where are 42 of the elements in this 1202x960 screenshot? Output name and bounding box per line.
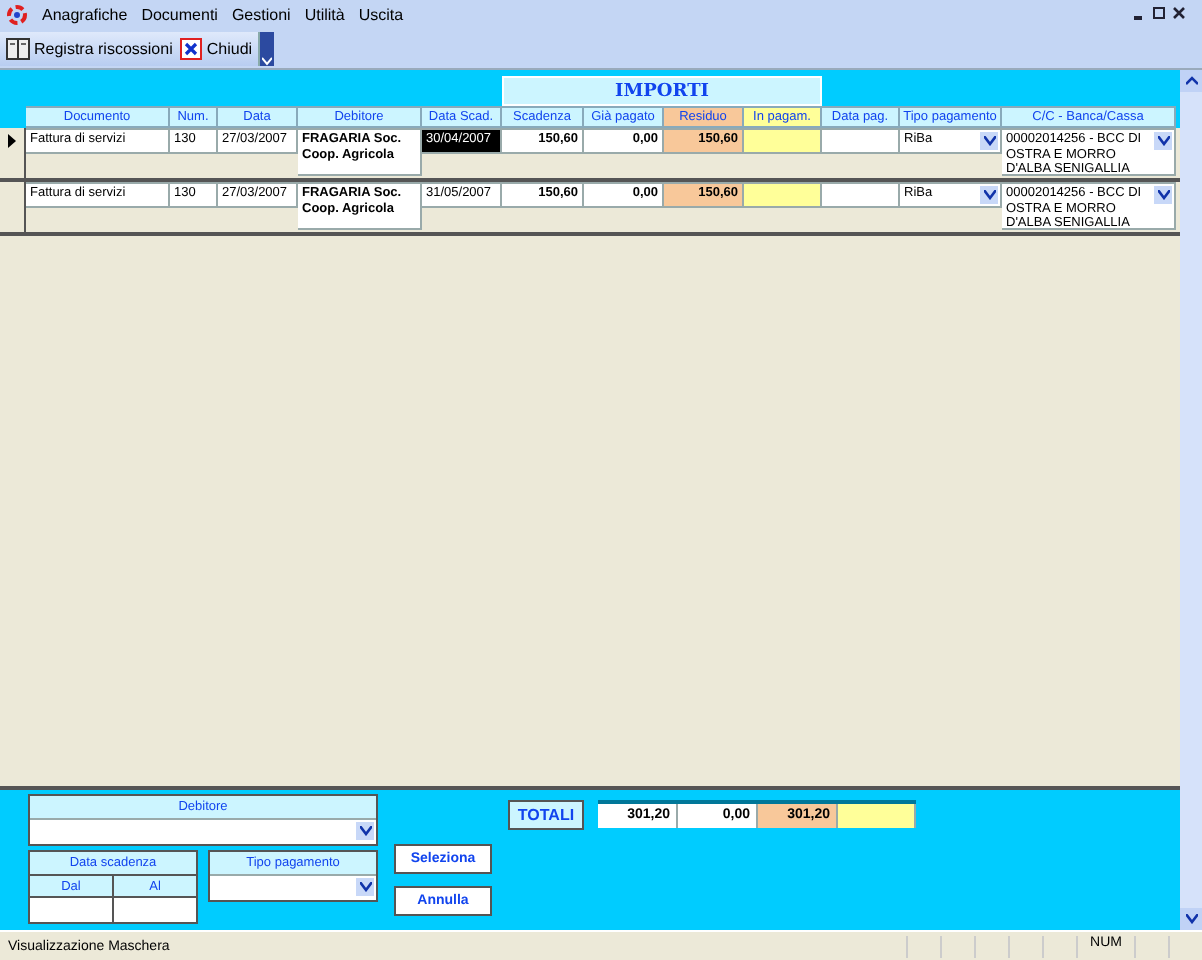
dropdown-button[interactable]	[1154, 186, 1172, 204]
close-icon	[180, 38, 203, 60]
input-field[interactable]	[114, 896, 196, 922]
vertical-scrollbar[interactable]	[1180, 70, 1202, 930]
toolbar-overflow-button[interactable]	[260, 32, 275, 66]
dropdown-field[interactable]	[30, 818, 376, 844]
caret-icon	[1157, 190, 1169, 200]
dropdown-button[interactable]	[356, 878, 374, 896]
dropdown-button[interactable]	[980, 186, 998, 204]
caret-icon	[359, 826, 371, 836]
window-controls-icon[interactable]	[1134, 6, 1186, 24]
caret-icon	[1185, 914, 1197, 924]
input-field[interactable]	[822, 128, 900, 154]
app-logo-icon	[6, 4, 28, 26]
menu-item[interactable]: Gestioni	[231, 6, 291, 24]
caret-icon	[1157, 136, 1169, 146]
menu-item[interactable]: Utilità	[304, 6, 345, 24]
caret-up-icon	[1185, 76, 1197, 86]
current-row-icon	[8, 134, 16, 148]
caret-icon	[983, 136, 995, 146]
group-header: IMPORTI	[502, 76, 822, 106]
input-field[interactable]	[744, 182, 822, 208]
input-field[interactable]	[30, 896, 114, 922]
dropdown-button[interactable]	[980, 132, 998, 150]
menu-item[interactable]: Anagrafiche	[42, 6, 128, 24]
caret-icon	[983, 190, 995, 200]
toolbar-button[interactable]: Chiudi	[178, 34, 255, 64]
scroll-down-button[interactable]	[1180, 908, 1202, 930]
input-field[interactable]	[822, 182, 900, 208]
chevron-icon	[262, 56, 273, 66]
book-icon	[6, 38, 30, 60]
total-cell	[838, 804, 916, 828]
input-field[interactable]	[744, 128, 822, 154]
menu-item[interactable]: Documenti	[141, 6, 218, 24]
caret-icon	[359, 882, 371, 892]
menu-item[interactable]: Uscita	[358, 6, 404, 24]
dropdown-field[interactable]	[210, 874, 376, 900]
toolbar-button[interactable]: Registra riscossioni	[4, 34, 175, 64]
totals-button[interactable]: TOTALI	[508, 800, 584, 830]
dropdown-button[interactable]	[1154, 132, 1172, 150]
dropdown-button[interactable]	[356, 822, 374, 840]
scroll-up-button[interactable]	[1180, 70, 1202, 92]
